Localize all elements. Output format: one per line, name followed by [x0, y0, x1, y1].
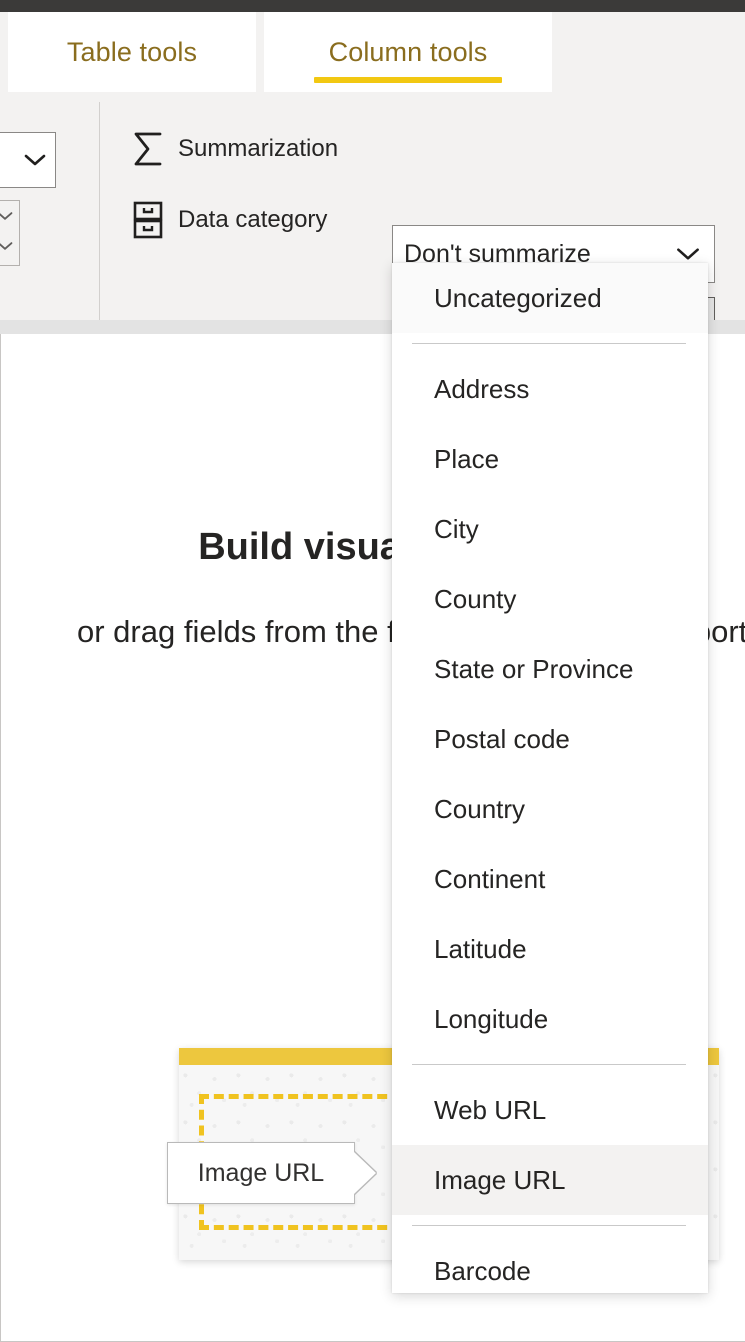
tooltip-text: Image URL	[197, 1158, 325, 1187]
summarization-label: Summarization	[178, 135, 339, 162]
menu-item-label: Uncategorized	[434, 282, 602, 313]
menu-item-postal-code[interactable]: Postal code	[392, 704, 708, 774]
menu-item-label: Country	[434, 793, 526, 824]
tooltip-arrow-icon	[354, 1152, 376, 1194]
menu-item-place[interactable]: Place	[392, 424, 708, 494]
menu-item-label: State or Province	[434, 653, 634, 684]
tab-table-tools-label: Table tools	[66, 36, 198, 67]
partial-combobox-left[interactable]	[0, 132, 56, 188]
menu-item-longitude[interactable]: Longitude	[392, 984, 708, 1054]
sigma-icon	[128, 129, 168, 169]
tab-column-tools-label: Column tools	[328, 36, 488, 67]
data-category-dropdown[interactable]: Uncategorized Address Place City County State…	[392, 263, 708, 1293]
menu-separator	[412, 343, 686, 344]
menu-item-uncategorized[interactable]: Uncategorized	[392, 263, 708, 333]
menu-item-continent[interactable]: Continent	[392, 844, 708, 914]
data-category-row: Data category	[128, 200, 327, 240]
menu-item-label: Barcode	[434, 1255, 531, 1286]
partial-combobox-left-2[interactable]	[0, 200, 20, 266]
menu-item-state-or-province[interactable]: State or Province	[392, 634, 708, 704]
menu-item-label: Longitude	[434, 1003, 549, 1034]
menu-item-address[interactable]: Address	[392, 354, 708, 424]
menu-item-web-url[interactable]: Web URL	[392, 1075, 708, 1145]
menu-item-county[interactable]: County	[392, 564, 708, 634]
menu-item-country[interactable]: Country	[392, 774, 708, 844]
title-bar-strip	[0, 0, 745, 12]
tab-table-tools[interactable]: Table tools	[8, 12, 256, 92]
menu-separator	[412, 1064, 686, 1065]
menu-item-label: Web URL	[434, 1094, 547, 1125]
menu-item-image-url[interactable]: Image URL	[392, 1145, 708, 1215]
active-tab-underline	[314, 77, 502, 83]
ribbon-group-divider	[99, 102, 100, 320]
menu-item-label: Place	[434, 443, 500, 474]
tab-column-tools[interactable]: Column tools	[264, 12, 552, 92]
menu-item-label: Address	[434, 373, 530, 404]
menu-item-latitude[interactable]: Latitude	[392, 914, 708, 984]
menu-item-city[interactable]: City	[392, 494, 708, 564]
summarization-row: Summarization	[128, 129, 338, 169]
chevron-down-icon	[0, 211, 13, 221]
menu-separator	[412, 1225, 686, 1226]
menu-item-barcode[interactable]: Barcode	[392, 1236, 708, 1293]
menu-item-label: Continent	[434, 863, 546, 894]
chevron-down-icon	[676, 247, 700, 262]
menu-item-label: County	[434, 583, 517, 614]
chevron-down-icon	[0, 241, 13, 251]
chevron-down-icon	[24, 153, 46, 167]
data-category-label: Data category	[178, 206, 328, 233]
menu-item-label: City	[434, 513, 479, 544]
menu-item-label: Latitude	[434, 933, 527, 964]
menu-item-label: Image URL	[434, 1164, 566, 1195]
ribbon-tabstrip: Table tools Column tools	[0, 12, 745, 92]
tooltip: Image URL	[167, 1142, 355, 1204]
file-cabinet-icon	[128, 200, 168, 240]
menu-item-label: Postal code	[434, 723, 570, 754]
